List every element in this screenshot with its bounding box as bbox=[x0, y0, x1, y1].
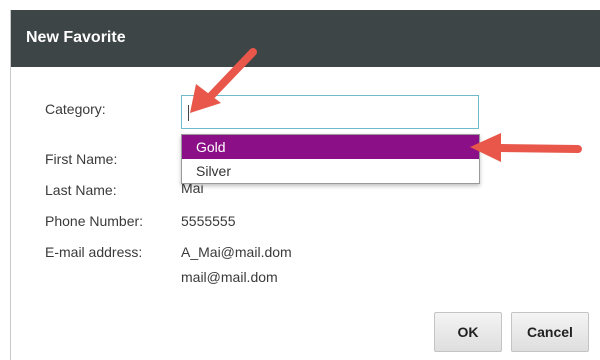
category-dropdown: Gold Silver bbox=[181, 134, 480, 184]
text-caret bbox=[188, 105, 189, 121]
category-input[interactable] bbox=[181, 95, 479, 129]
dropdown-option-silver[interactable]: Silver bbox=[182, 159, 479, 183]
ok-button[interactable]: OK bbox=[434, 312, 502, 352]
email-label: E-mail address: bbox=[45, 244, 143, 260]
dialog-titlebar: New Favorite bbox=[11, 10, 600, 67]
new-favorite-dialog: New Favorite Category: First Name: Last … bbox=[10, 10, 600, 360]
cancel-button[interactable]: Cancel bbox=[511, 312, 589, 352]
dialog-title: New Favorite bbox=[26, 29, 126, 46]
email-value-1: A_Mai@mail.dom bbox=[181, 244, 292, 260]
last-name-label: Last Name: bbox=[45, 182, 117, 198]
dropdown-option-gold[interactable]: Gold bbox=[182, 135, 479, 159]
first-name-label: First Name: bbox=[45, 151, 118, 167]
phone-number-label: Phone Number: bbox=[45, 213, 144, 229]
phone-number-value: 5555555 bbox=[181, 213, 236, 229]
category-label: Category: bbox=[45, 101, 106, 117]
email-value-2: mail@mail.dom bbox=[181, 269, 278, 285]
